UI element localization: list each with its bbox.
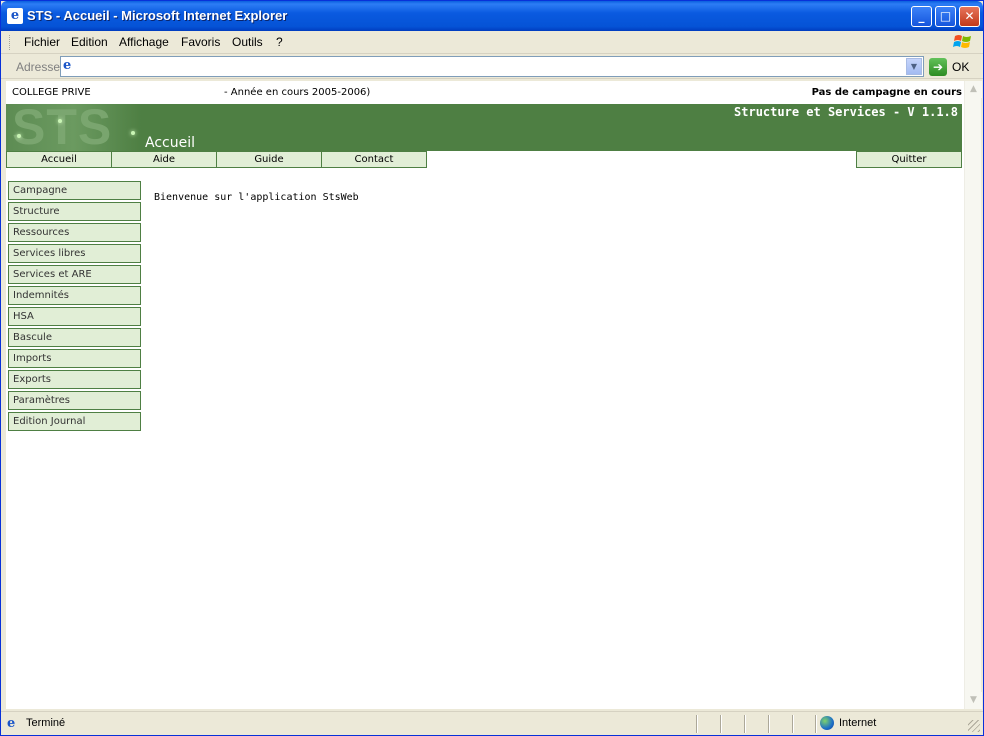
sidebar-item-hsa[interactable]: HSA [8, 307, 141, 326]
minimize-button[interactable]: _ [911, 6, 932, 27]
sidebar-item-bascule[interactable]: Bascule [8, 328, 141, 347]
logo-dot [131, 131, 135, 135]
resize-grip-icon[interactable] [968, 720, 980, 732]
menu-fichier[interactable]: Fichier [24, 35, 60, 49]
campaign-status: Pas de campagne en cours [811, 87, 962, 98]
page-done-icon: e [7, 716, 16, 731]
sidebar-item-exports[interactable]: Exports [8, 370, 141, 389]
sidebar-item-services-libres[interactable]: Services libres [8, 244, 141, 263]
menu-help[interactable]: ? [276, 35, 283, 49]
status-text: Terminé [26, 717, 66, 729]
windows-logo-icon [953, 35, 971, 48]
header-banner: STS Structure et Services - V 1.1.8 Accu… [6, 104, 962, 151]
close-button[interactable]: ✕ [959, 6, 980, 27]
menu-affichage[interactable]: Affichage [119, 35, 169, 49]
nav-contact[interactable]: Contact [321, 151, 427, 168]
address-bar: Adresse e ▼ ➔ OK [1, 55, 983, 79]
status-divider [720, 715, 722, 733]
menu-favoris[interactable]: Favoris [181, 35, 220, 49]
welcome-message: Bienvenue sur l'application StsWeb [154, 192, 359, 203]
status-divider [744, 715, 746, 733]
ie-icon: e [7, 8, 23, 24]
page-content: COLLEGE PRIVE - Année en cours 2005-2006… [6, 81, 964, 709]
sidebar-item-campagne[interactable]: Campagne [8, 181, 141, 200]
sidebar-item-indemnites[interactable]: Indemnités [8, 286, 141, 305]
menu-edition[interactable]: Edition [71, 35, 108, 49]
go-label: OK [952, 60, 970, 74]
address-label: Adresse [16, 60, 61, 74]
school-name: COLLEGE PRIVE [12, 87, 91, 98]
status-divider [768, 715, 770, 733]
nav-accueil[interactable]: Accueil [6, 151, 112, 168]
logo-dot [58, 119, 62, 123]
nav-quitter[interactable]: Quitter [856, 151, 962, 168]
nav-guide[interactable]: Guide [216, 151, 322, 168]
app-title: Structure et Services - V 1.1.8 [734, 105, 958, 119]
sts-logo: STS [6, 104, 141, 151]
sidebar-item-ressources[interactable]: Ressources [8, 223, 141, 242]
window-title: STS - Accueil - Microsoft Internet Explo… [27, 8, 288, 23]
internet-zone-icon [820, 716, 834, 730]
go-button[interactable]: ➔ OK [929, 57, 981, 77]
sidebar-item-parametres[interactable]: Paramètres [8, 391, 141, 410]
toolbar-grip[interactable] [9, 35, 12, 50]
sidebar-item-edition-journal[interactable]: Edition Journal [8, 412, 141, 431]
zone-text: Internet [839, 717, 877, 729]
scroll-down-icon[interactable]: ▼ [965, 692, 982, 709]
go-arrow-icon: ➔ [929, 58, 947, 76]
sidebar-item-services-are[interactable]: Services et ARE [8, 265, 141, 284]
menu-outils[interactable]: Outils [232, 35, 263, 49]
nav-aide[interactable]: Aide [111, 151, 217, 168]
page-title: Accueil [145, 135, 195, 151]
maximize-button[interactable]: □ [935, 6, 956, 27]
address-dropdown-icon[interactable]: ▼ [906, 58, 922, 75]
sidebar-item-structure[interactable]: Structure [8, 202, 141, 221]
menu-bar: Fichier Edition Affichage Favoris Outils… [1, 31, 983, 54]
sidebar-item-imports[interactable]: Imports [8, 349, 141, 368]
status-divider [792, 715, 794, 733]
scroll-up-icon[interactable]: ▲ [965, 81, 982, 98]
logo-text: STS [12, 104, 113, 151]
logo-dot [17, 134, 21, 138]
address-input[interactable]: e ▼ [60, 56, 924, 77]
browser-window: e STS - Accueil - Microsoft Internet Exp… [0, 0, 984, 736]
school-year: - Année en cours 2005-2006) [224, 87, 371, 98]
page-icon: e [63, 58, 72, 73]
status-bar: e Terminé Internet [1, 711, 983, 735]
status-divider [815, 715, 817, 733]
vertical-scrollbar[interactable]: ▲ ▼ [964, 81, 982, 709]
status-divider [696, 715, 698, 733]
title-bar[interactable]: e STS - Accueil - Microsoft Internet Exp… [1, 1, 983, 31]
